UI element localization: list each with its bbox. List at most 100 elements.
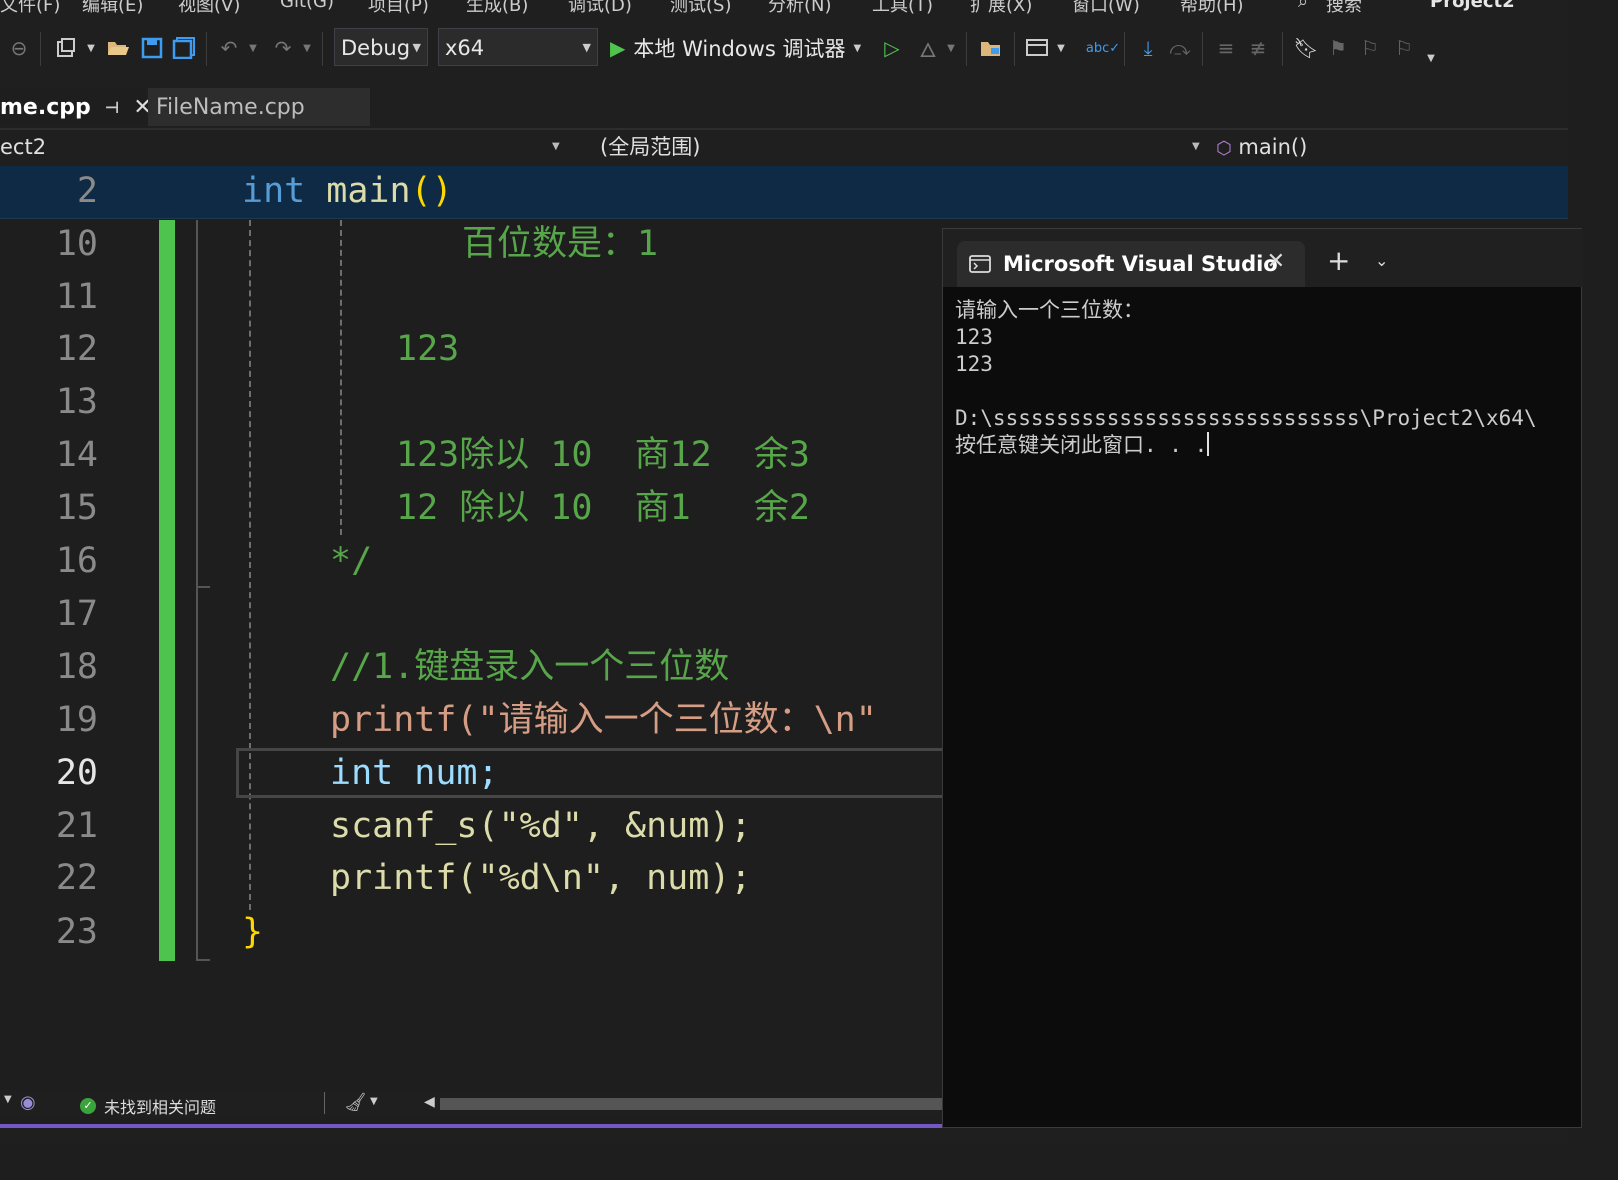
menu-debug[interactable]: 调试(D) — [568, 0, 632, 17]
line-number: 18 — [55, 647, 98, 687]
save-all-icon[interactable] — [170, 30, 198, 66]
bottom-strip — [0, 1128, 1568, 1144]
menu-project[interactable]: 项目(P) — [368, 0, 429, 17]
step-into-icon[interactable]: ⤓ — [1134, 30, 1162, 66]
member-dropdown-value: main() — [1238, 135, 1308, 159]
chevron-down-icon[interactable]: ▼ — [1054, 30, 1068, 66]
code-cleanup-icon[interactable]: 🧹︎ — [344, 1092, 367, 1113]
console-output[interactable]: 请输入一个三位数： 123 123 D:\ssssssssssssssssssssss… — [955, 297, 1537, 459]
line-number: 17 — [55, 594, 98, 634]
scope-dropdown[interactable]: (全局范围) ▼ — [574, 130, 1206, 164]
status-separator — [324, 1092, 325, 1114]
code-text: 百位数是：1 — [462, 224, 659, 264]
search-label[interactable]: 搜索 — [1326, 0, 1362, 17]
chevron-down-icon[interactable]: ▼ — [370, 1096, 378, 1107]
undo-icon[interactable]: ↶ — [214, 30, 244, 66]
new-project-icon[interactable] — [52, 30, 80, 66]
platform-select[interactable]: x64 ▼ — [438, 28, 598, 66]
solution-config-select[interactable]: Debug ▼ — [334, 28, 428, 66]
menu-analyze[interactable]: 分析(N) — [768, 0, 832, 17]
chevron-down-icon[interactable]: ▼ — [84, 30, 98, 66]
menu-git[interactable]: Git(G) — [280, 0, 334, 12]
chevron-down-icon[interactable]: ▼ — [246, 30, 260, 66]
next-bookmark-icon[interactable]: ⚐ — [1356, 30, 1384, 66]
check-circle-icon: ✓ — [80, 1098, 96, 1114]
tab-label: FileName.cpp — [156, 94, 305, 120]
close-icon[interactable]: ✕ — [1267, 249, 1285, 274]
chevron-down-icon[interactable]: ⌄ — [1375, 251, 1388, 270]
project-dropdown[interactable]: ect2 ▼ — [0, 130, 568, 164]
tab-filename-cpp[interactable]: FileName.cpp — [148, 88, 370, 126]
text-cursor — [1207, 432, 1210, 456]
navigation-bar: ect2 ▼ (全局范围) ▼ ⬡ main() — [0, 130, 1568, 167]
method-icon: ⬡ — [1216, 138, 1232, 159]
code-text: printf("请输入一个三位数：\n" — [330, 700, 877, 740]
clear-bookmarks-icon[interactable]: ⚐ — [1390, 30, 1418, 66]
menu-test[interactable]: 测试(S) — [670, 0, 731, 17]
solution-explorer-icon[interactable] — [976, 30, 1006, 66]
console-window[interactable]: Microsoft Visual Studio ✕ + ⌄ 请输入一个三位数： 1… — [942, 228, 1583, 1128]
save-icon[interactable] — [138, 30, 166, 66]
comment-out-icon[interactable]: ≡ — [1212, 30, 1240, 66]
navigate-forward-icon[interactable]: ⊖ — [6, 30, 32, 66]
project-dropdown-value: ect2 — [0, 135, 47, 159]
chevron-down-icon[interactable]: ▼ — [300, 30, 314, 66]
line-number: 2 — [76, 171, 98, 211]
menu-view[interactable]: 视图(V) — [178, 0, 240, 17]
menu-edit[interactable]: 编辑(E) — [82, 0, 143, 17]
open-folder-icon[interactable] — [104, 30, 132, 66]
console-tab[interactable]: Microsoft Visual Studio ✕ — [957, 241, 1305, 287]
console-title: Microsoft Visual Studio — [1003, 252, 1278, 276]
line-number: 10 — [55, 224, 98, 264]
search-icon[interactable]: ⌕ — [1298, 0, 1308, 12]
terminal-icon — [969, 255, 991, 273]
console-line: D:\sssssssssssssssssssssssssssss\Project… — [955, 406, 1537, 430]
tab-main-cpp[interactable]: me.cpp ⊣ ✕ — [0, 88, 152, 126]
new-tab-icon[interactable]: + — [1327, 247, 1350, 275]
window-layout-icon[interactable] — [1022, 30, 1052, 66]
menu-help[interactable]: 帮助(H) — [1180, 0, 1244, 17]
line-number: 21 — [55, 806, 98, 846]
hot-reload-icon[interactable]: 🜂 — [914, 30, 942, 66]
sticky-scroll-header[interactable]: 2 int main() — [0, 166, 1568, 219]
chevron-down-icon[interactable]: ▼ — [944, 30, 958, 66]
uncomment-icon[interactable]: ≢ — [1244, 30, 1272, 66]
toolbar-overflow-icon[interactable]: ▼ — [1424, 40, 1438, 76]
code-text: } — [242, 912, 264, 952]
console-line: 123 — [955, 325, 993, 349]
line-number: 14 — [55, 435, 98, 475]
spell-check-icon[interactable]: abc✓ — [1086, 30, 1120, 66]
menu-build[interactable]: 生成(B) — [466, 0, 528, 17]
member-dropdown[interactable]: ⬡ main() — [1212, 130, 1568, 164]
code-text: printf("%d\n", num); — [330, 858, 752, 898]
play-icon: ▶ — [610, 36, 626, 60]
chevron-down-icon: ▼ — [853, 42, 862, 54]
step-over-icon[interactable]: ⤼ — [1166, 30, 1194, 66]
console-line: 请输入一个三位数： — [955, 298, 1144, 322]
start-without-debugging-icon[interactable]: ▷ — [878, 30, 906, 66]
bookmark-icon[interactable]: 🔖︎ — [1292, 30, 1320, 66]
chevron-down-icon[interactable]: ▼ — [4, 1094, 12, 1105]
toolbar-separator — [1282, 32, 1283, 66]
previous-bookmark-icon[interactable]: ⚑ — [1324, 30, 1352, 66]
issues-indicator[interactable]: ✓ 未找到相关问题 — [80, 1094, 216, 1118]
menu-tools[interactable]: 工具(T) — [872, 0, 933, 17]
chevron-down-icon: ▼ — [412, 41, 421, 54]
scope-dropdown-value: (全局范围) — [600, 135, 701, 159]
code-text: //1.键盘录入一个三位数 — [330, 647, 730, 687]
redo-icon[interactable]: ↷ — [268, 30, 298, 66]
toolbar-separator — [1124, 32, 1125, 66]
pin-icon[interactable]: ⊣ — [105, 98, 120, 117]
solution-config-value: Debug — [341, 36, 411, 60]
horizontal-scrollbar[interactable] — [440, 1098, 950, 1110]
scroll-left-icon[interactable]: ◀ — [424, 1094, 435, 1110]
intellicode-icon[interactable]: ◉ — [20, 1092, 36, 1113]
start-debugging-button[interactable]: ▶ 本地 Windows 调试器 ▼ — [610, 30, 861, 66]
menu-window[interactable]: 窗口(W) — [1072, 0, 1140, 17]
menu-file[interactable]: 文件(F) — [0, 0, 60, 17]
toolbar-separator — [966, 32, 967, 66]
menu-extensions[interactable]: 扩展(X) — [970, 0, 1032, 17]
chevron-down-icon: ▼ — [582, 41, 591, 54]
line-number: 11 — [55, 277, 98, 317]
menu-bar: 文件(F) 编辑(E) 视图(V) Git(G) 项目(P) 生成(B) 调试(… — [0, 0, 1568, 18]
